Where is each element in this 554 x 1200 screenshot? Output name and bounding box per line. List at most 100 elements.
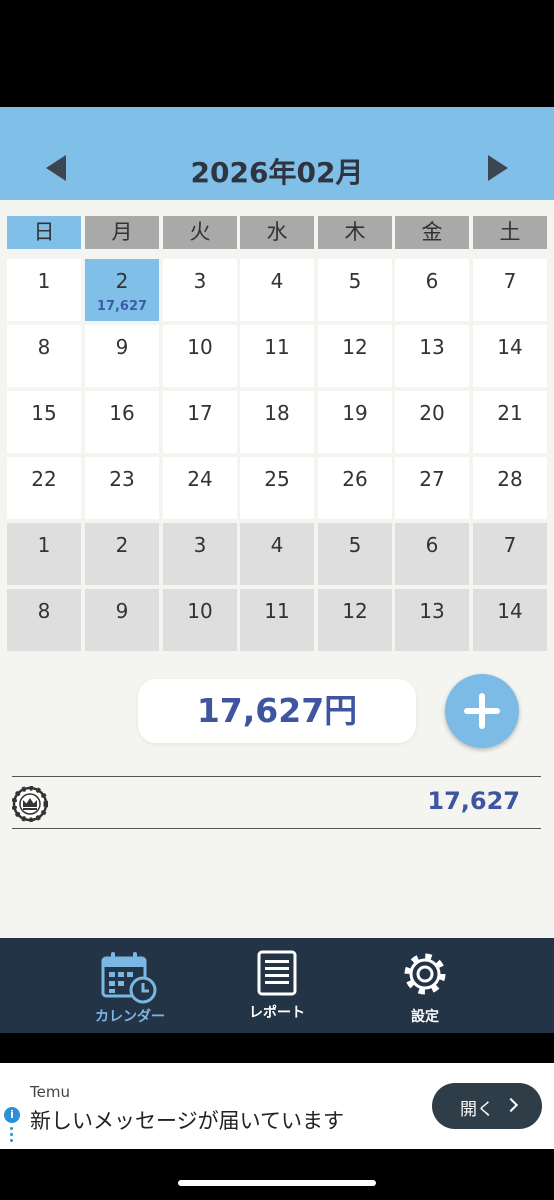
calendar-day[interactable]: 4 [240,523,314,585]
calendar-day[interactable]: 23 [85,457,159,519]
day-number: 22 [31,467,57,491]
calendar-clock-icon [101,952,157,1004]
calendar-day[interactable]: 6 [395,523,469,585]
day-number: 9 [115,335,129,359]
entry-amount: 17,627 [427,787,520,815]
tab-settings[interactable]: 設定 [375,938,475,1033]
tab-calendar[interactable]: カレンダー [80,938,180,1033]
calendar-day[interactable]: 25 [240,457,314,519]
calendar-day[interactable]: 20 [395,391,469,453]
gear-icon [404,953,446,995]
calendar-day[interactable]: 9 [85,325,159,387]
report-document-icon [257,950,297,996]
more-dots-icon[interactable] [10,1127,13,1145]
weekday-label: 日 [7,216,81,249]
day-number: 26 [342,467,368,491]
calendar-day[interactable]: 5 [318,523,392,585]
ad-message: 新しいメッセージが届いています [30,1109,344,1133]
day-number: 14 [497,335,523,359]
ad-open-button[interactable]: 開く [432,1083,542,1129]
day-number: 1 [37,533,51,557]
day-number: 11 [264,335,290,359]
calendar-day[interactable]: 10 [163,589,237,651]
calendar-day[interactable]: 14 [473,325,547,387]
day-number: 16 [109,401,135,425]
weekday-label: 金 [395,216,469,249]
day-number: 27 [419,467,445,491]
calendar-day[interactable]: 18 [240,391,314,453]
day-number: 28 [497,467,523,491]
calendar-day[interactable]: 12 [318,589,392,651]
day-number: 15 [31,401,57,425]
calendar-day[interactable]: 10 [163,325,237,387]
calendar-day[interactable]: 17 [163,391,237,453]
calendar-day[interactable]: 16 [85,391,159,453]
calendar-day[interactable]: 12 [318,325,392,387]
tab-report[interactable]: レポート [227,938,327,1033]
day-number: 5 [348,533,362,557]
calendar-day[interactable]: 3 [163,259,237,321]
calendar-day[interactable]: 26 [318,457,392,519]
calendar-day[interactable]: 8 [7,325,81,387]
tab-bar: カレンダー レポート 設定 [0,938,554,1033]
day-number: 3 [193,533,207,557]
calendar-day[interactable]: 5 [318,259,392,321]
calendar-day-selected[interactable]: 2 17,627 [85,259,159,321]
calendar-day[interactable]: 7 [473,259,547,321]
home-indicator[interactable] [178,1180,376,1186]
calendar-day[interactable]: 13 [395,325,469,387]
day-number: 2 [115,269,129,293]
total-amount: 17,627円 [138,679,416,743]
calendar-day[interactable]: 6 [395,259,469,321]
calendar-app: 2026年02月 日月火水木金土 1 2 17,627 3 4 5 6 7 8 9 10 11 12 13… [0,107,554,1033]
day-number: 3 [193,269,207,293]
day-number: 11 [264,599,290,623]
calendar-day[interactable]: 9 [85,589,159,651]
calendar-day[interactable]: 22 [7,457,81,519]
info-icon[interactable]: i [4,1107,20,1123]
month-title: 2026年02月 [190,156,364,189]
divider [12,776,541,777]
day-number: 6 [425,269,439,293]
day-number: 5 [348,269,362,293]
day-number: 7 [503,533,517,557]
weekday-label: 水 [240,216,314,249]
calendar-day[interactable]: 19 [318,391,392,453]
calendar-day[interactable]: 15 [7,391,81,453]
calendar-day[interactable]: 8 [7,589,81,651]
day-number: 4 [270,533,284,557]
calendar-day[interactable]: 4 [240,259,314,321]
day-number: 8 [37,335,51,359]
calendar-day[interactable]: 14 [473,589,547,651]
calendar-day[interactable]: 2 [85,523,159,585]
day-number: 13 [419,599,445,623]
calendar-day[interactable]: 1 [7,523,81,585]
day-number: 17 [187,401,213,425]
calendar-day[interactable]: 1 [7,259,81,321]
weekday-label: 月 [85,216,159,249]
header-bar: 2026年02月 [0,107,554,200]
day-number: 9 [115,599,129,623]
calendar-day[interactable]: 11 [240,325,314,387]
day-number: 10 [187,335,213,359]
next-month-button[interactable] [488,155,508,181]
day-number: 2 [115,533,129,557]
calendar-day[interactable]: 27 [395,457,469,519]
calendar-day[interactable]: 21 [473,391,547,453]
add-entry-button[interactable] [445,674,519,748]
calendar-day[interactable]: 11 [240,589,314,651]
ad-banner[interactable]: i Temu 新しいメッセージが届いています 開く [0,1063,554,1149]
day-number: 23 [109,467,135,491]
calendar-day[interactable]: 24 [163,457,237,519]
tab-report-label: レポート [249,1005,305,1021]
calendar-day[interactable]: 13 [395,589,469,651]
calendar-day[interactable]: 3 [163,523,237,585]
day-number: 13 [419,335,445,359]
calendar-day[interactable]: 7 [473,523,547,585]
ad-brand: Temu [30,1083,70,1101]
day-number: 7 [503,269,517,293]
crown-chip-icon [12,786,48,822]
calendar-day[interactable]: 28 [473,457,547,519]
ad-open-label: 開く [460,1100,494,1120]
tab-calendar-label: カレンダー [95,1009,165,1025]
